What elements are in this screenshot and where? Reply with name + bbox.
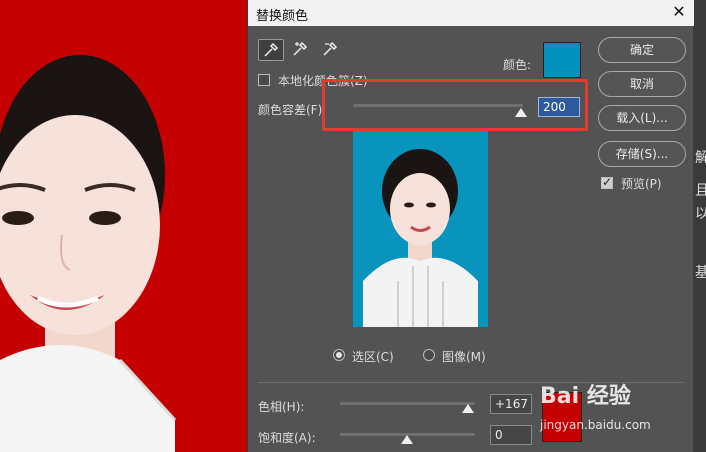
annotation-highlight-box [322,79,588,131]
watermark-brand: Bai 经验 [540,384,631,409]
background-glyph-3: 以 [695,206,706,222]
hue-slider-track[interactable] [340,402,475,405]
eyedropper-plus-icon [293,41,308,56]
baidu-jingyan-watermark: Bai 经验 jingyan.baidu.com [540,378,680,440]
subtract-from-sample-tool[interactable] [318,39,344,61]
background-panel-strip [692,0,706,452]
dialog-title: 替换颜色 [256,9,309,24]
fuzziness-label: 颜色容差(F): [258,103,327,117]
save-button[interactable]: 存储(S)... [598,141,686,167]
selection-preview-image [353,131,488,327]
eyedropper-tool[interactable] [258,39,284,61]
color-label: 颜色: [503,58,532,72]
background-glyph-2: 且 [695,183,706,199]
hue-label: 色相(H): [258,400,305,414]
saturation-label: 饱和度(A): [258,431,316,445]
hue-slider-thumb[interactable] [462,404,474,413]
load-button[interactable]: 载入(L)... [598,105,686,131]
add-to-sample-tool[interactable] [288,39,314,61]
background-glyph-1: 解 [695,150,706,166]
eyedropper-icon [264,42,279,57]
image-radio-label: 图像(M) [442,350,486,364]
selection-radio[interactable] [333,349,345,361]
saturation-slider-thumb[interactable] [401,435,413,444]
background-photo [0,0,247,452]
dialog-titlebar[interactable]: 替换颜色 ✕ [248,0,694,26]
ok-button[interactable]: 确定 [598,37,686,63]
background-glyph-4: 基 [695,265,706,281]
cancel-button[interactable]: 取消 [598,71,686,97]
preview-portrait [363,149,478,327]
localized-clusters-checkbox[interactable] [258,74,270,86]
close-button[interactable]: ✕ [664,0,694,26]
selection-radio-label: 选区(C) [352,350,394,364]
portrait-illustration [0,55,177,452]
hue-input[interactable]: +167 [490,394,532,414]
preview-label: 预览(P) [621,177,662,191]
eyedropper-minus-icon [323,41,338,56]
saturation-input[interactable]: 0 [490,425,532,445]
sample-color-swatch[interactable] [543,42,581,78]
watermark-url: jingyan.baidu.com [540,418,651,432]
preview-checkbox[interactable] [601,175,613,189]
image-radio[interactable] [423,349,435,361]
